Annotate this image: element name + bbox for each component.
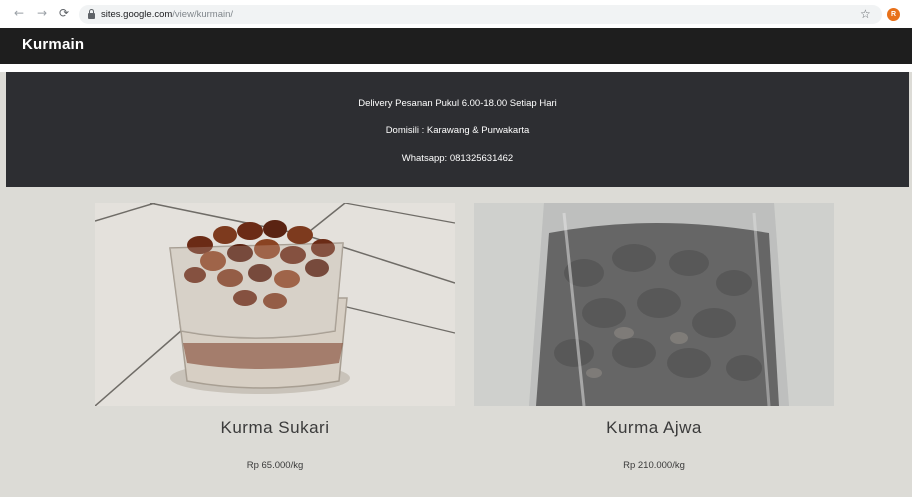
product-price-ajwa: Rp 210.000/kg bbox=[623, 460, 685, 471]
profile-avatar[interactable]: R bbox=[887, 8, 900, 21]
domicile-text: Domisili : Karawang & Purwakarta bbox=[385, 125, 530, 136]
product-name-sukari: Kurma Sukari bbox=[220, 418, 330, 437]
address-bar[interactable]: sites.google.com/view/kurmain/ bbox=[79, 5, 882, 24]
info-banner: Delivery Pesanan Pukul 6.00-18.00 Setiap… bbox=[6, 72, 909, 187]
whatsapp-text: Whatsapp: 081325631462 bbox=[401, 153, 514, 164]
reload-icon[interactable]: ⟳ bbox=[56, 5, 72, 21]
url-host: sites.google.com bbox=[101, 9, 173, 20]
site-title[interactable]: Kurmain bbox=[22, 36, 84, 53]
url-path: /view/kurmain/ bbox=[172, 9, 234, 20]
forward-arrow-icon[interactable]: → bbox=[34, 5, 50, 21]
product-image-ajwa bbox=[474, 203, 834, 406]
site-header: Kurmain bbox=[0, 28, 912, 64]
url-text[interactable]: sites.google.com/view/kurmain/ bbox=[101, 8, 233, 21]
lock-icon bbox=[88, 9, 95, 19]
delivery-hours-text: Delivery Pesanan Pukul 6.00-18.00 Setiap… bbox=[358, 98, 557, 109]
browser-toolbar: ← → ⟳ sites.google.com/view/kurmain/ ☆ R bbox=[0, 0, 912, 28]
bookmark-star-icon[interactable]: ☆ bbox=[860, 6, 871, 22]
product-name-ajwa: Kurma Ajwa bbox=[606, 418, 702, 437]
back-arrow-icon[interactable]: ← bbox=[11, 5, 27, 21]
product-price-sukari: Rp 65.000/kg bbox=[246, 460, 304, 471]
product-image-sukari bbox=[95, 203, 455, 406]
header-divider bbox=[0, 64, 912, 72]
